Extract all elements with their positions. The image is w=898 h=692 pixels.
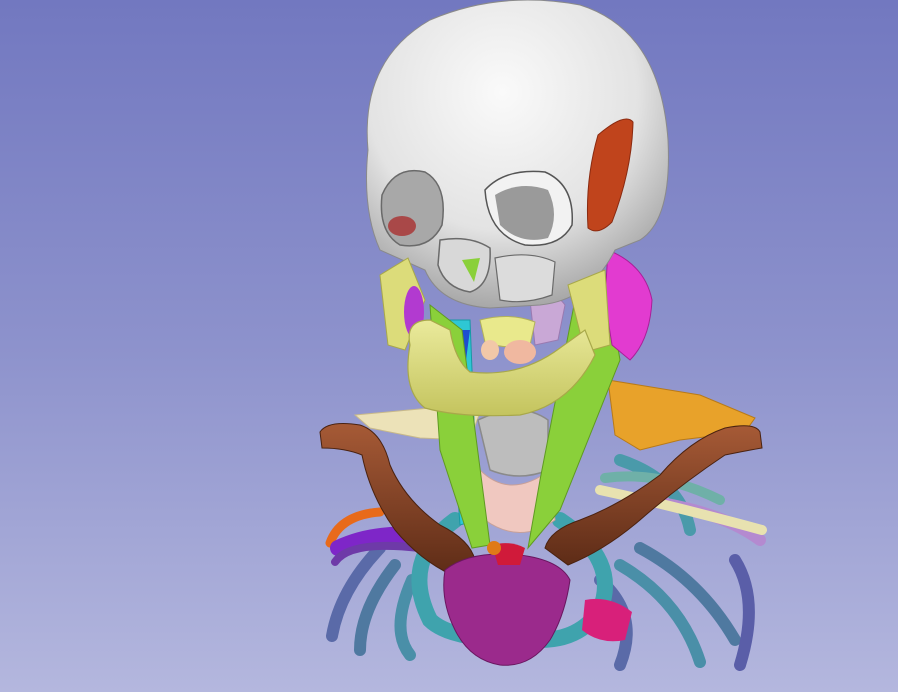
sternum-manubrium bbox=[443, 553, 571, 666]
eye-left bbox=[388, 216, 416, 236]
epiglottis bbox=[481, 340, 499, 360]
tongue-base bbox=[504, 340, 536, 364]
3d-viewport[interactable] bbox=[0, 0, 898, 692]
maxilla bbox=[494, 254, 556, 303]
trachea bbox=[477, 409, 549, 477]
vessel-node bbox=[487, 541, 501, 555]
anatomy-3d-render bbox=[319, 0, 767, 671]
orbit-left bbox=[380, 170, 444, 247]
parotid-gland bbox=[604, 249, 653, 361]
